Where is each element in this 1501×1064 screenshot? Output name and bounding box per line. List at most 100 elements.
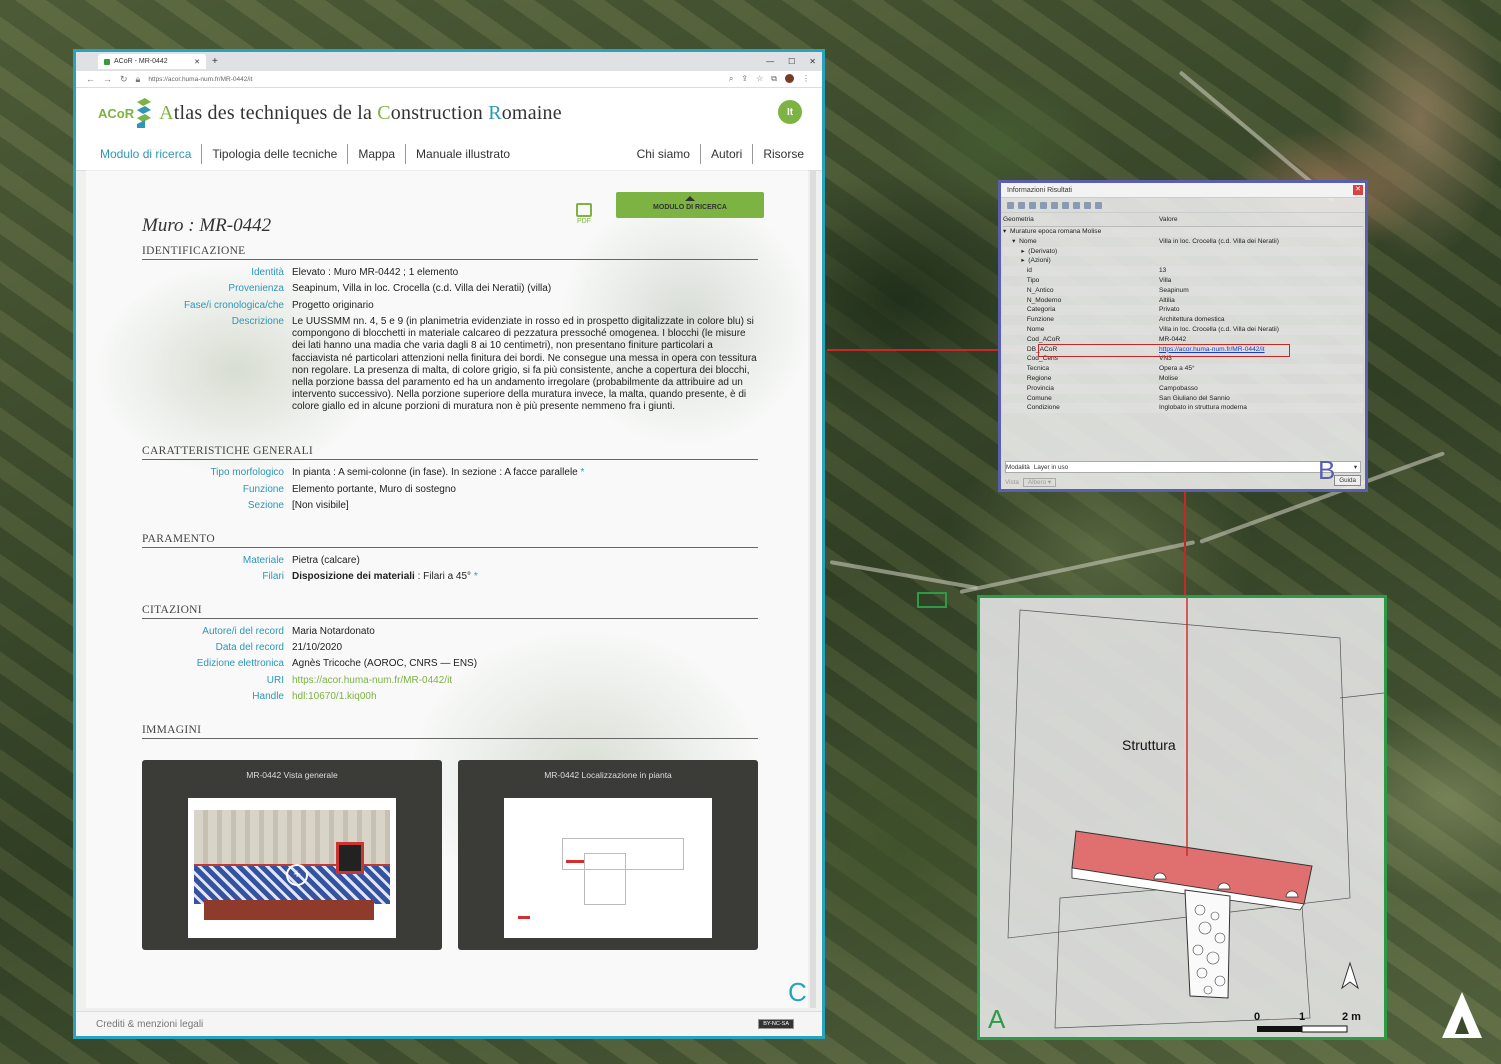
credits-link[interactable]: Crediti & menzioni legali: [96, 1019, 203, 1030]
site-footer: Crediti & menzioni legali BY-NC-SA: [76, 1011, 822, 1036]
star-icon[interactable]: ☆: [756, 74, 763, 84]
scale-bar-segment: [1301, 1025, 1348, 1033]
image-caption: MR-0442 Vista generale: [246, 770, 338, 780]
settings-icon[interactable]: [1095, 201, 1102, 209]
scale-label: 0: [1254, 1011, 1260, 1023]
tree-row[interactable]: Tipo Villa: [1003, 276, 1363, 286]
expand-icon[interactable]: [1007, 201, 1014, 209]
main-menu: Modulo di ricerca Tipologia delle tecnic…: [76, 138, 822, 171]
pdf-button[interactable]: PDF: [572, 203, 596, 225]
help-star[interactable]: *: [474, 571, 478, 582]
print-icon[interactable]: [1073, 201, 1080, 209]
zoom-in-icon[interactable]: +: [286, 864, 308, 886]
guida-button[interactable]: Guida: [1334, 475, 1361, 486]
image-card-pianta[interactable]: MR-0442 Localizzazione in pianta: [458, 760, 758, 950]
image-card-vista[interactable]: MR-0442 Vista generale +: [142, 760, 442, 950]
tree-row[interactable]: id 13: [1003, 266, 1363, 276]
scale-label: 2 m: [1342, 1011, 1361, 1023]
field-value: : Filari a 45°: [414, 571, 472, 582]
close-icon[interactable]: ✕: [1353, 185, 1363, 195]
plan-panel: Struttura 0 1 2 m: [977, 595, 1387, 1040]
tree-row[interactable]: Categoria Privato: [1003, 305, 1363, 316]
menu-chi-siamo[interactable]: Chi siamo: [627, 144, 701, 164]
select-icon[interactable]: [1084, 201, 1091, 209]
field-label: Funzione: [242, 484, 284, 495]
tree-row[interactable]: ▾ Murature epoca romana Molise: [1003, 227, 1363, 237]
section-paramento: PARAMENTO: [142, 533, 758, 548]
modalita-select[interactable]: Modalità Layer in uso ▾: [1005, 461, 1361, 473]
printer-icon: [576, 203, 592, 217]
license-badge[interactable]: BY-NC-SA: [758, 1019, 794, 1029]
attribute-value: [1159, 247, 1363, 257]
menu-tipologia[interactable]: Tipologia delle tecniche: [202, 144, 349, 164]
minimize-icon[interactable]: —: [766, 57, 774, 66]
tree-row[interactable]: Tecnica Opera a 45°: [1003, 364, 1363, 374]
attribute-name: Comune: [1003, 394, 1052, 402]
title-part: C: [377, 101, 391, 124]
tree-row[interactable]: Condizione Inglobato in struttura moderna: [1003, 403, 1363, 414]
copy-icon[interactable]: [1062, 201, 1069, 209]
field-label: Tipo morfologico: [210, 467, 284, 478]
form-icon[interactable]: [1040, 201, 1047, 209]
clear-icon[interactable]: [1051, 201, 1058, 209]
menu-autori[interactable]: Autori: [701, 144, 754, 164]
new-tab-icon[interactable]: +: [212, 56, 218, 67]
tree-row[interactable]: Nome Villa in loc. Crocella (c.d. Villa d…: [1003, 324, 1363, 335]
forward-icon[interactable]: →: [103, 74, 112, 85]
field-label: Data del record: [215, 642, 284, 653]
attribute-value: Villa in loc. Crocella (c.d. Villa dei N…: [1159, 325, 1279, 333]
menu-icon[interactable]: ⋮: [802, 74, 810, 84]
handle-link[interactable]: hdl:10670/1.kiq00h: [292, 691, 377, 702]
extensions-icon[interactable]: ⧉: [771, 74, 777, 84]
attribute-value: [1159, 227, 1363, 237]
tree-row[interactable]: ▸ (Azioni): [1003, 256, 1363, 266]
attribute-name: Provincia: [1003, 384, 1054, 392]
attribute-value: Architettura domestica: [1159, 316, 1225, 324]
tree-row[interactable]: N_Moderno Altilia: [1003, 296, 1363, 306]
tree-row[interactable]: ▾ Nome Villa in loc. Crocella (c.d. Villa…: [1003, 237, 1363, 247]
close-tab-icon[interactable]: ✕: [194, 58, 200, 66]
attribute-name: ▸ (Derivato): [1003, 247, 1058, 255]
tree-row[interactable]: Regione Molise: [1003, 374, 1363, 384]
tree-row[interactable]: ▸ (Derivato): [1003, 246, 1363, 257]
menu-manuale[interactable]: Manuale illustrato: [406, 144, 520, 164]
site-title: Atlas des techniques de la Construction …: [159, 102, 562, 125]
close-window-icon[interactable]: ✕: [809, 57, 816, 66]
favicon-icon: [104, 58, 110, 65]
section-identificazione: IDENTIFICAZIONE: [142, 245, 758, 260]
attribute-name: ▾ Nome: [1003, 237, 1037, 245]
tree-row[interactable]: N_Antico Seapinum: [1003, 285, 1363, 296]
browser-tab[interactable]: ACoR - MR-0442 ✕: [98, 54, 206, 69]
tree-row[interactable]: Funzione Architettura domestica: [1003, 315, 1363, 325]
expand-new-icon[interactable]: [1029, 201, 1036, 209]
tree-row[interactable]: Provincia Campobasso: [1003, 383, 1363, 394]
profile-avatar[interactable]: [785, 74, 794, 83]
menu-mappa[interactable]: Mappa: [348, 144, 407, 164]
vista-select[interactable]: Albero ▾: [1022, 478, 1057, 487]
uri-link[interactable]: https://acor.huma-num.fr/MR-0442/it: [292, 675, 452, 686]
menu-modulo-di-ricerca[interactable]: Modulo di ricerca: [76, 144, 203, 164]
attribute-name: Funzione: [1003, 316, 1054, 324]
help-star[interactable]: *: [581, 467, 585, 478]
scrollbar[interactable]: [810, 170, 816, 1008]
tree-row[interactable]: Comune San Giuliano del Sannio: [1003, 394, 1363, 404]
north-arrow-icon: [1341, 961, 1359, 990]
arrow-up-icon: [685, 196, 695, 201]
maximize-icon[interactable]: ☐: [788, 57, 795, 66]
language-button[interactable]: It: [778, 100, 802, 124]
field-value: 21/10/2020: [292, 642, 343, 653]
share-icon[interactable]: ⇪: [741, 74, 748, 84]
attribute-value: Privato: [1159, 306, 1180, 314]
image-caption: MR-0442 Localizzazione in pianta: [544, 770, 672, 780]
menu-risorse[interactable]: Risorse: [753, 144, 814, 164]
collapse-icon[interactable]: [1018, 201, 1025, 209]
vista-value: Albero: [1027, 479, 1047, 486]
back-icon[interactable]: ←: [86, 74, 95, 85]
field-label: Sezione: [247, 500, 284, 511]
url-field[interactable]: https://acor.huma-num.fr/MR-0442/it: [148, 76, 252, 83]
zoom-icon[interactable]: ⌕: [729, 74, 733, 84]
modulo-di-ricerca-button[interactable]: MODULO DI RICERCA: [616, 192, 764, 218]
pdf-label: PDF: [577, 218, 591, 225]
reload-icon[interactable]: ↻: [120, 74, 128, 85]
acor-logo[interactable]: ACoR: [98, 98, 159, 128]
